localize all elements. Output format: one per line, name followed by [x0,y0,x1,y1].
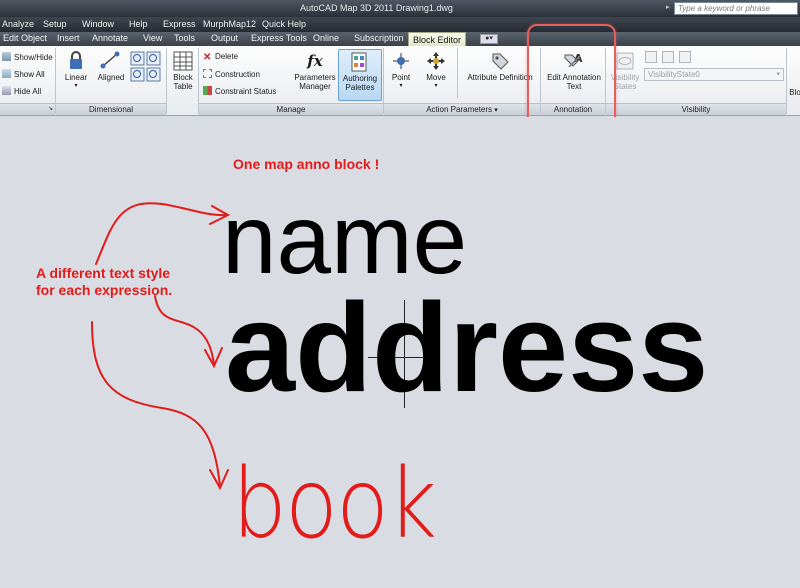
keyword-search-input[interactable]: Type a keyword or phrase [674,2,798,15]
dimensional-small-icons [130,51,162,91]
parameters-manager-button[interactable]: fx Parameters Manager [292,51,338,91]
parameters-manager-label-1: Parameters [294,73,336,82]
block-text-name: name [222,184,468,294]
block-table-label-1: Block [173,73,193,82]
panel-manage: Manage [199,103,383,115]
chevron-down-icon: ▾ [776,71,780,78]
menu-express[interactable]: Express [163,19,196,29]
tab-output[interactable]: Output [211,33,238,43]
block-table-button[interactable]: Block Table [169,51,197,91]
authoring-palettes-label-2: Palettes [345,83,375,92]
point-label: Point [391,73,411,82]
move-label: Move [426,73,446,82]
heading-annotation: One map anno block ! [233,156,380,172]
tab-edit-object[interactable]: Edit Object [3,33,47,43]
panel-action-parameters-label: Action Parameters [426,105,493,114]
show-hide-icon [2,52,11,61]
window-title: AutoCAD Map 3D 2011 Drawing1.dwg [300,3,453,13]
hide-all-label: Hide All [14,87,42,96]
show-hide-label: Show/Hide [14,53,53,62]
lock-icon [70,51,82,69]
constraint-status-icon [203,86,212,95]
constraint-status-button[interactable]: Constraint Status [203,86,276,96]
tag-icon [492,53,509,70]
separator [457,48,458,98]
construction-icon [203,69,212,78]
tab-view[interactable]: View [143,33,162,43]
tab-insert[interactable]: Insert [57,33,80,43]
block-text-book: book [232,448,437,560]
hide-all-icon [2,86,11,95]
panel-bar-left: ↘ [0,103,55,115]
point-parameter-icon [393,53,409,69]
visibility-tool-icons [645,51,699,65]
separator [786,48,787,114]
aligned-dimension-icon [100,51,120,69]
panel-dimensional: Dimensional [56,103,166,115]
move-button[interactable]: Move ▾ [421,51,451,91]
delete-icon: ✕ [203,52,212,63]
visibility-state-value: VisibilityState0 [648,70,700,79]
function-icon: fx [307,52,323,70]
menu-murphmap12[interactable]: MurphMap12 [203,19,256,29]
block-table-label-2: Table [173,82,193,91]
ribbon-minimize-button[interactable]: ●▾ [480,34,498,44]
show-all-button[interactable]: Show All [2,69,45,79]
authoring-palettes-label-1: Authoring [342,74,378,83]
panel-visibility: Visibility [606,103,786,115]
menu-bar: Analyze Setup Window Help Express MurphM… [0,17,800,32]
visibility-state-dropdown[interactable]: VisibilityState0 ▾ [644,68,784,81]
construction-label: Construction [215,70,260,79]
linear-button[interactable]: Linear ▾ [62,51,90,91]
note-line-2: for each expression. [36,282,173,298]
menu-quick-help[interactable]: Quick Help [262,19,306,29]
tab-online[interactable]: Online [313,33,339,43]
tab-annotate[interactable]: Annotate [92,33,128,43]
tab-express-tools[interactable]: Express Tools [251,33,307,43]
block-text-address: address [225,277,709,418]
table-icon [173,51,193,71]
palettes-icon [351,52,367,72]
show-all-icon [2,69,11,78]
search-arrow-icon[interactable]: ▸ [666,3,670,11]
linear-label: Linear [64,73,88,82]
attribute-definition-label: Attribute Definition [467,73,533,82]
menu-help[interactable]: Help [129,19,148,29]
panel-dropdown-icon[interactable]: ▾ [494,107,498,114]
visibility-states-label-2: States [613,82,637,91]
aligned-label: Aligned [97,73,125,82]
aligned-button[interactable]: Aligned [95,51,127,82]
tab-block-editor[interactable]: Block Editor [408,32,467,46]
visibility-states-icon [616,52,634,70]
point-button[interactable]: Point ▾ [386,51,416,91]
ribbon: Show/Hide Show All Hide All ↘ Linear ▾ A… [0,46,800,116]
move-icon [427,52,445,70]
tab-tools[interactable]: Tools [174,33,195,43]
tab-subscription[interactable]: Subscription [354,33,404,43]
ribbon-tab-bar: Edit Object Insert Annotate View Tools O… [0,32,800,46]
panel-action-parameters: Action Parameters ▾ [384,103,540,115]
note-line-1: A different text style [36,265,171,281]
authoring-palettes-button[interactable]: Authoring Palettes [338,49,382,101]
block-editor-close-partial[interactable]: Blo [789,88,800,97]
menu-setup[interactable]: Setup [43,19,67,29]
title-bar: AutoCAD Map 3D 2011 Drawing1.dwg ▸ Type … [0,0,800,17]
parameters-manager-label-2: Manager [299,82,331,91]
show-hide-button[interactable]: Show/Hide [2,52,53,62]
delete-label: Delete [215,52,239,61]
hide-all-button[interactable]: Hide All [2,86,41,96]
constraint-status-label: Constraint Status [215,87,277,96]
show-all-label: Show All [14,70,45,79]
menu-analyze[interactable]: Analyze [2,19,34,29]
separator [166,48,167,114]
delete-button[interactable]: ✕ Delete [203,52,239,63]
menu-window[interactable]: Window [82,19,114,29]
construction-button[interactable]: Construction [203,69,260,79]
